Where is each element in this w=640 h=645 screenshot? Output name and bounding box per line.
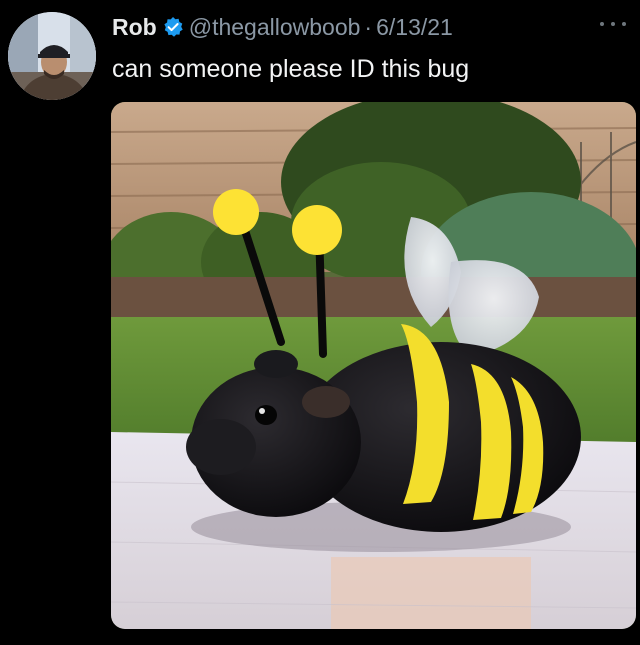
- verified-badge-icon: [162, 16, 184, 38]
- guinea-pig-bee-costume-photo: [111, 102, 636, 629]
- tweet-card: Rob @thegallowboob · 6/13/21 can someone…: [0, 0, 640, 645]
- separator-dot: ·: [364, 13, 373, 40]
- avatar-image: [8, 12, 96, 100]
- tweet-header: Rob @thegallowboob · 6/13/21: [112, 12, 453, 42]
- more-options-icon[interactable]: [600, 14, 626, 34]
- author-name[interactable]: Rob: [112, 14, 157, 41]
- more-dot: [600, 22, 604, 26]
- tweet-photo[interactable]: [111, 102, 636, 629]
- tweet-date[interactable]: 6/13/21: [376, 14, 453, 41]
- avatar[interactable]: [8, 12, 96, 100]
- more-dot: [611, 22, 615, 26]
- more-dot: [622, 22, 626, 26]
- tweet-text: can someone please ID this bug: [112, 55, 470, 83]
- author-handle[interactable]: @thegallowboob: [189, 14, 361, 41]
